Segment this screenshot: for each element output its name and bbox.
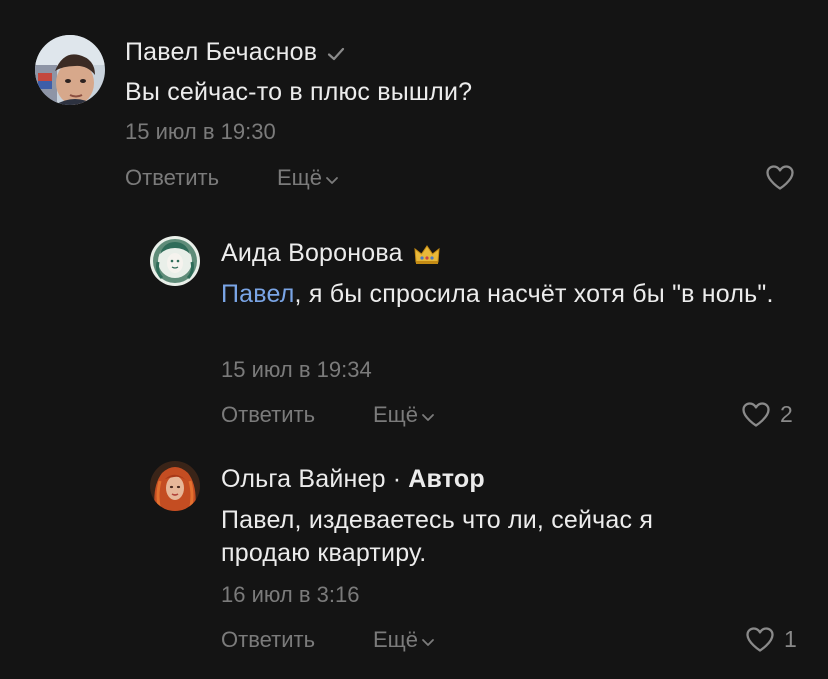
author-name-row: Павел Бечаснов <box>125 38 346 67</box>
like-button[interactable]: 1 <box>745 626 797 653</box>
like-count: 2 <box>780 401 793 427</box>
comment-text-body: , я бы спросила насчёт хотя бы "в ноль". <box>294 280 774 308</box>
comment-text: Вы сейчас-то в плюс вышли? <box>125 78 473 106</box>
avatar-aida[interactable] <box>150 236 200 286</box>
avatar-aida-image <box>150 236 200 286</box>
like-count: 1 <box>784 626 797 652</box>
heart-icon <box>766 165 794 190</box>
comment-date[interactable]: 15 июл в 19:34 <box>221 357 372 383</box>
crown-icon <box>414 244 440 264</box>
reply-button[interactable]: Ответить <box>221 402 315 428</box>
author-name[interactable]: Павел Бечаснов <box>125 38 317 67</box>
comment-text: Павел, я бы спросила насчёт хотя бы "в н… <box>221 278 781 311</box>
like-button[interactable] <box>765 164 804 191</box>
avatar-olga[interactable] <box>150 461 200 511</box>
comment-date[interactable]: 15 июл в 19:30 <box>125 119 276 145</box>
avatar-pavel[interactable] <box>35 35 105 105</box>
author-badge: Автор <box>408 465 485 493</box>
reply-button[interactable]: Ответить <box>125 165 219 191</box>
separator-dot: · <box>392 465 402 493</box>
author-name[interactable]: Ольга Вайнер <box>221 465 386 494</box>
comment-text: Павел, издеваетесь что ли, сейчас я прод… <box>221 506 654 567</box>
more-button[interactable]: Ещё <box>277 165 339 191</box>
more-label: Ещё <box>373 627 419 652</box>
more-label: Ещё <box>373 402 419 427</box>
author-name-row: Аида Воронова <box>221 239 441 268</box>
avatar-pavel-image <box>35 35 105 105</box>
author-name[interactable]: Аида Воронова <box>221 239 403 268</box>
chevron-down-icon <box>422 638 434 646</box>
author-name-row: Ольга Вайнер · Автор <box>221 465 485 494</box>
chevron-down-icon <box>422 413 434 421</box>
more-label: Ещё <box>277 165 323 190</box>
verified-check-icon <box>328 47 345 61</box>
more-button[interactable]: Ещё <box>373 627 435 653</box>
reply-button[interactable]: Ответить <box>221 627 315 653</box>
comment-date[interactable]: 16 июл в 3:16 <box>221 582 359 608</box>
mention-link[interactable]: Павел <box>221 280 295 308</box>
heart-icon <box>742 402 770 427</box>
heart-icon <box>746 627 774 652</box>
like-button[interactable]: 2 <box>741 401 793 428</box>
chevron-down-icon <box>326 176 338 184</box>
more-button[interactable]: Ещё <box>373 402 435 428</box>
avatar-olga-image <box>150 461 200 511</box>
